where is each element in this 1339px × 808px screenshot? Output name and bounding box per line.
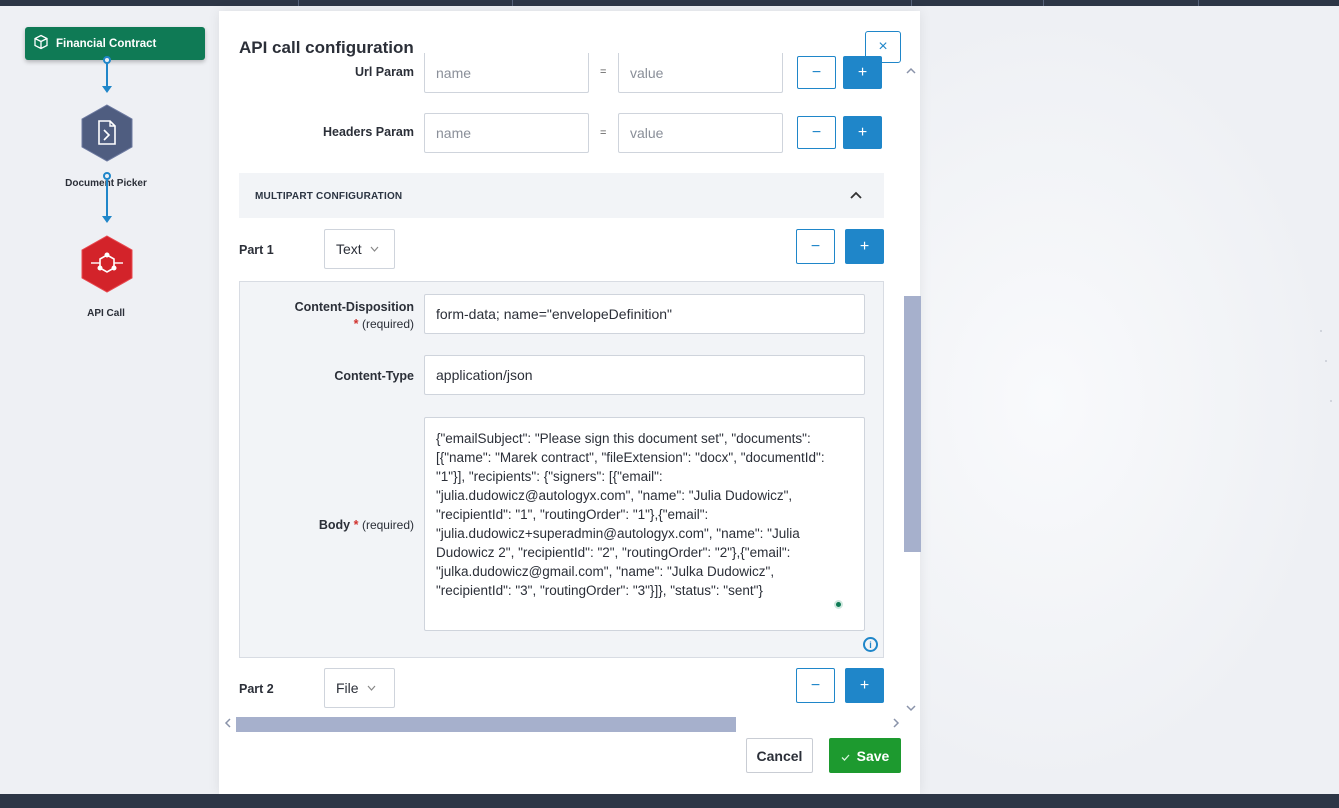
save-button[interactable]: Save — [829, 738, 901, 773]
modal-title: API call configuration — [239, 38, 414, 57]
part-1-add-button[interactable]: + — [845, 229, 884, 264]
canvas-dot — [1325, 360, 1327, 362]
part-2-type-select[interactable]: File — [324, 668, 395, 708]
workflow-node-api-call[interactable] — [81, 235, 133, 293]
headers-param-name-input[interactable]: name — [424, 113, 589, 153]
canvas-dot — [1320, 330, 1322, 332]
scroll-down-arrow-icon[interactable] — [906, 703, 916, 715]
workflow-node-document-picker[interactable] — [81, 104, 133, 162]
canvas-dot — [1330, 400, 1332, 402]
scroll-up-arrow-icon[interactable] — [906, 65, 916, 77]
headers-param-add-button[interactable]: + — [843, 116, 882, 149]
url-param-remove-button[interactable]: − — [797, 56, 836, 89]
body-label: Body * (required) — [259, 518, 414, 532]
scroll-right-arrow-icon[interactable] — [893, 718, 900, 731]
minus-icon: − — [810, 676, 821, 694]
plus-icon: + — [857, 63, 868, 81]
headers-param-remove-button[interactable]: − — [797, 116, 836, 149]
connector-arrow — [102, 216, 112, 223]
part-2-label: Part 2 — [239, 682, 274, 696]
info-icon[interactable]: i — [863, 637, 878, 652]
part-1-remove-button[interactable]: − — [796, 229, 835, 264]
field-label: Content-Disposition — [294, 300, 414, 314]
plus-icon: + — [859, 676, 870, 694]
headers-param-value-input[interactable]: value — [618, 113, 783, 153]
part-1-label: Part 1 — [239, 243, 274, 257]
required-text: (required) — [361, 518, 414, 532]
content-disposition-input[interactable]: form-data; name="envelopeDefinition" — [424, 294, 865, 334]
required-star: * — [353, 518, 359, 532]
field-label: Body — [318, 518, 351, 532]
equals-sign: = — [600, 127, 607, 139]
minus-icon: − — [811, 63, 822, 81]
scroll-left-arrow-icon[interactable] — [224, 718, 231, 731]
url-param-add-button[interactable]: + — [843, 56, 882, 89]
content-disposition-label: Content-Disposition * (required) — [259, 300, 414, 331]
cube-icon — [33, 34, 49, 53]
workflow-node-financial-contract[interactable]: Financial Contract — [25, 27, 205, 60]
select-value: File — [336, 680, 359, 696]
url-param-label: Url Param — [354, 65, 414, 79]
plus-icon: + — [859, 237, 870, 255]
part-2-remove-button[interactable]: − — [796, 668, 835, 703]
connector-handle[interactable] — [103, 56, 111, 64]
multipart-configuration-header[interactable]: MULTIPART CONFIGURATION — [239, 173, 884, 218]
connector-handle[interactable] — [103, 172, 111, 180]
vertical-scrollbar-thumb[interactable] — [904, 296, 921, 552]
minus-icon: − — [810, 237, 821, 255]
save-label: Save — [856, 747, 890, 764]
chevron-down-icon — [367, 683, 376, 694]
bottom-bar — [0, 794, 1339, 808]
equals-sign: = — [600, 66, 607, 78]
content-type-label: Content-Type — [334, 369, 414, 383]
cancel-button[interactable]: Cancel — [746, 738, 813, 773]
connector-line — [106, 180, 108, 216]
url-param-name-input[interactable]: name — [424, 53, 589, 93]
body-textarea[interactable]: {"emailSubject": "Please sign this docum… — [424, 417, 865, 631]
horizontal-scrollbar-thumb[interactable] — [236, 717, 736, 732]
workflow-canvas-background — [920, 6, 1339, 794]
chevron-up-icon[interactable] — [850, 186, 862, 202]
required-text: (required) — [361, 317, 414, 331]
node-label: Financial Contract — [56, 37, 157, 50]
api-call-configuration-modal: API call configuration × Url Param name … — [219, 11, 921, 794]
url-param-value-input[interactable]: value — [618, 53, 783, 93]
part-2-add-button[interactable]: + — [845, 668, 884, 703]
select-value: Text — [336, 241, 362, 257]
chevron-down-icon — [370, 244, 379, 255]
node-label: API Call — [87, 308, 125, 319]
section-title: MULTIPART CONFIGURATION — [255, 191, 403, 202]
headers-param-label: Headers Param — [322, 125, 414, 139]
close-icon: × — [878, 38, 888, 55]
resize-handle[interactable] — [834, 600, 843, 609]
plus-icon: + — [857, 123, 868, 141]
check-icon — [841, 748, 850, 764]
content-type-input[interactable]: application/json — [424, 355, 865, 395]
minus-icon: − — [811, 123, 822, 141]
required-star: * — [353, 317, 359, 331]
part-1-type-select[interactable]: Text — [324, 229, 395, 269]
connector-arrow — [102, 86, 112, 93]
